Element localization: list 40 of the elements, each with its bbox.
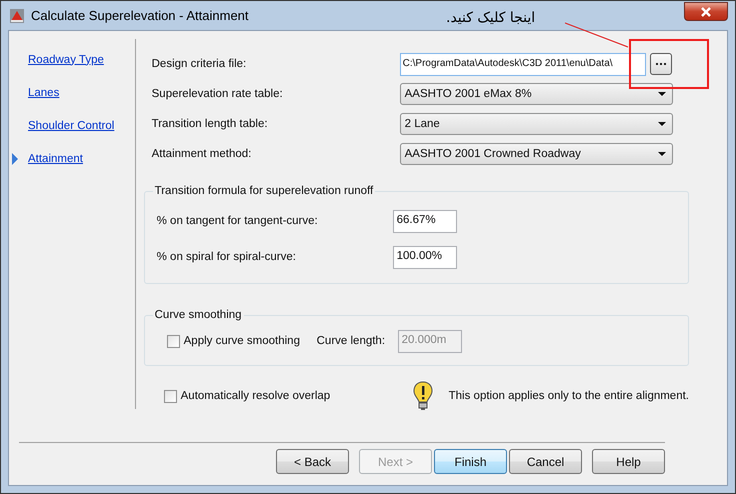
step-link[interactable]: Lanes bbox=[28, 86, 60, 98]
step-link[interactable]: Attainment bbox=[28, 152, 83, 164]
dialog-button[interactable]: < Back bbox=[276, 449, 349, 474]
field-label: Curve length: bbox=[316, 335, 386, 347]
checkbox[interactable] bbox=[166, 334, 180, 348]
dropdown[interactable]: 2 Lane bbox=[400, 113, 673, 135]
checkbox[interactable] bbox=[164, 390, 177, 402]
annotation-text: اینجا کلیک کنید. bbox=[446, 10, 536, 26]
field-label: Transition length table: bbox=[152, 118, 269, 130]
dialog-button[interactable]: Help bbox=[592, 449, 665, 474]
dropdown[interactable]: AASHTO 2001 Crowned Roadway bbox=[400, 143, 673, 165]
ellipsis-icon bbox=[656, 62, 666, 66]
group-title: Transition formula for superelevation runoff bbox=[154, 185, 374, 197]
lightbulb-icon bbox=[412, 381, 433, 411]
input-field[interactable]: 100.00% bbox=[392, 246, 457, 268]
caret-icon bbox=[658, 92, 666, 96]
checkbox-label: Apply curve smoothing bbox=[184, 335, 301, 347]
close-icon bbox=[700, 6, 712, 16]
field-label: % on tangent for tangent-curve: bbox=[156, 215, 319, 227]
caret-icon bbox=[658, 152, 666, 156]
field-label: Superelevation rate table: bbox=[152, 88, 284, 100]
app-icon bbox=[9, 8, 25, 24]
browse-button[interactable] bbox=[650, 53, 672, 75]
field-label: Design criteria file: bbox=[152, 58, 248, 70]
input-field[interactable]: 66.67% bbox=[392, 210, 457, 232]
dialog-button[interactable]: Finish bbox=[434, 449, 507, 474]
checkbox-label: Automatically resolve overlap bbox=[180, 390, 332, 402]
leader-line bbox=[565, 22, 629, 48]
close-button[interactable] bbox=[684, 2, 728, 21]
note-text: This option applies only to the entire alignment. bbox=[448, 390, 689, 402]
dropdown[interactable]: AASHTO 2001 eMax 8% bbox=[400, 83, 673, 105]
dialog-button[interactable]: Cancel bbox=[509, 449, 582, 474]
step-link[interactable]: Roadway Type bbox=[28, 54, 104, 66]
caret-icon bbox=[658, 122, 666, 126]
step-link[interactable]: Shoulder Control bbox=[28, 120, 114, 132]
file-path-field[interactable]: C:\ProgramData\Autodesk\C3D 2011\enu\Data\ bbox=[400, 52, 646, 76]
field-label: Attainment method: bbox=[152, 148, 252, 160]
window-title: Calculate Superelevation - Attainment bbox=[31, 8, 249, 23]
group-title: Curve smoothing bbox=[154, 309, 243, 321]
field-label: % on spiral for spiral-curve: bbox=[156, 251, 297, 263]
